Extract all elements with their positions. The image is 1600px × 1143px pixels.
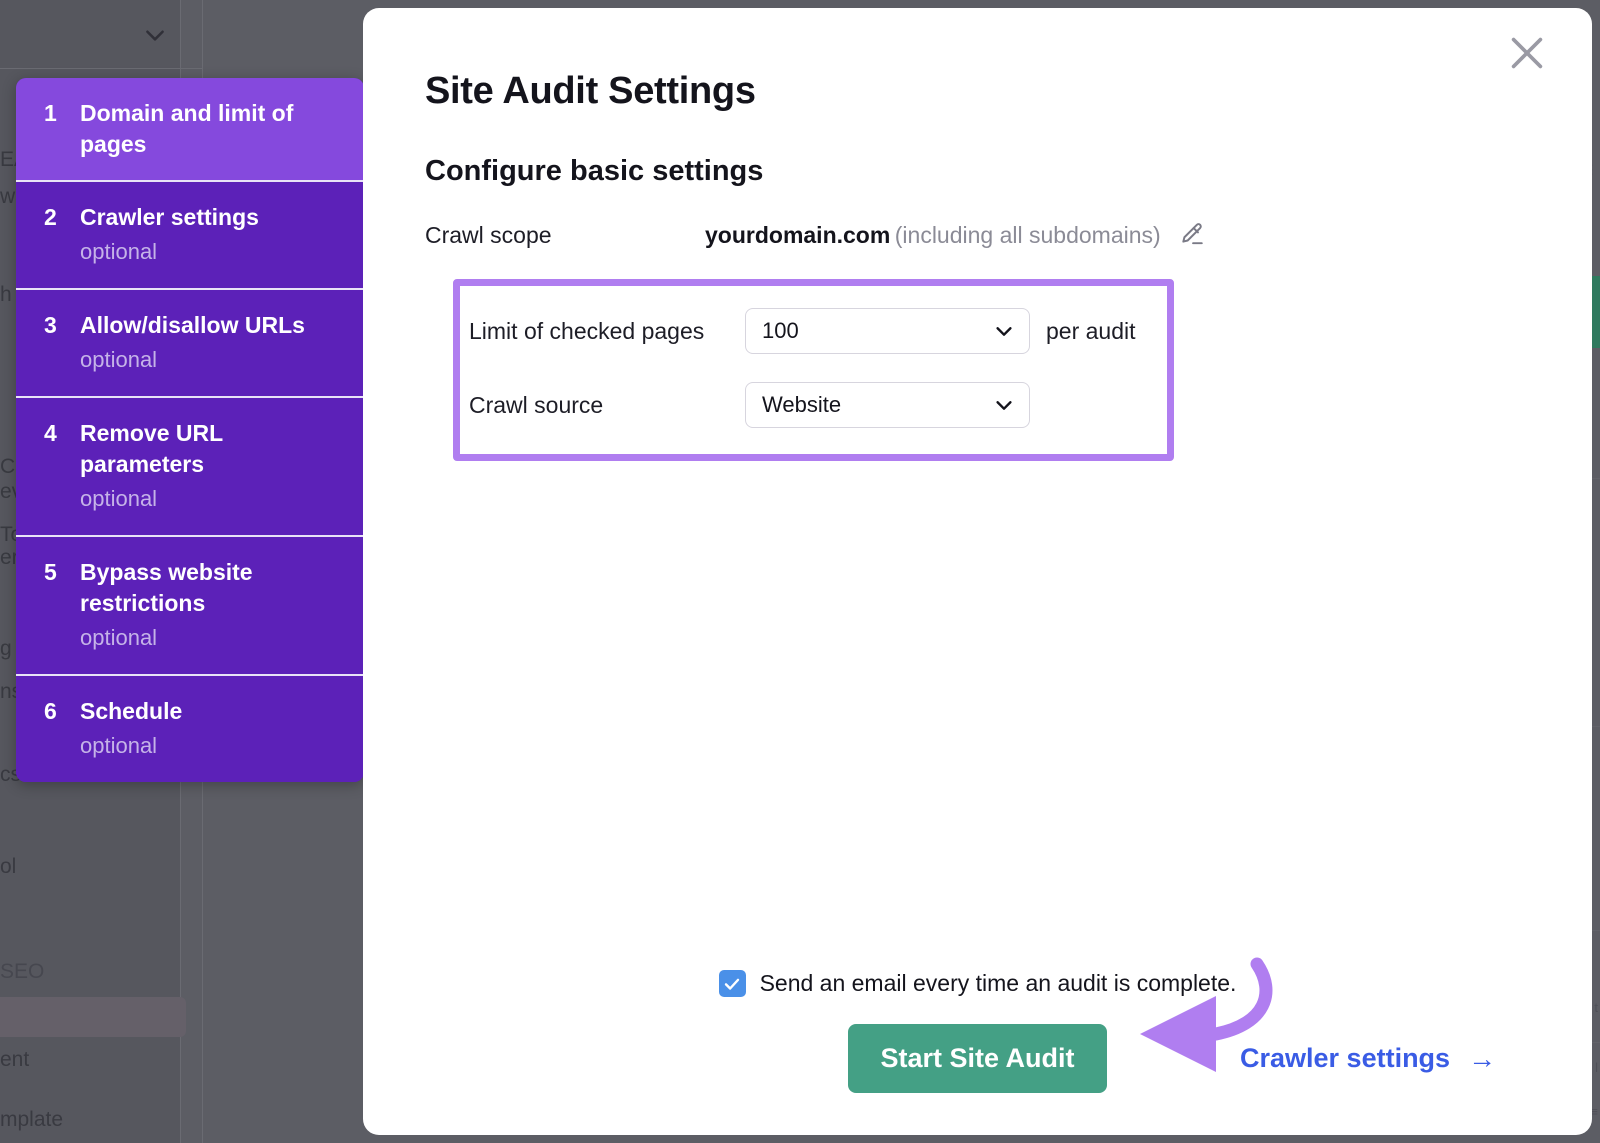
stepper-item-body: Domain and limit of pages <box>80 98 315 160</box>
background-topbar-divider <box>0 68 202 69</box>
crawl-scope-domain: yourdomain.com <box>705 222 890 248</box>
stepper-item-number: 6 <box>44 696 58 762</box>
modal-footer: Send an email every time an audit is com… <box>363 970 1592 1093</box>
background-text-fragment: C <box>0 455 15 479</box>
section-title: Configure basic settings <box>425 155 1592 188</box>
stepper-item-optional-label: optional <box>80 343 305 376</box>
arrow-right-icon: → <box>1468 1045 1496 1073</box>
email-notification-row: Send an email every time an audit is com… <box>363 970 1592 997</box>
stepper-item-body: Crawler settingsoptional <box>80 202 259 268</box>
background-text-fragment: ol <box>0 855 16 879</box>
settings-stepper: 1 Domain and limit of pages 2 Crawler setti… <box>16 78 364 782</box>
background-text-fragment: mplate <box>0 1108 63 1132</box>
stepper-item-number: 4 <box>44 418 58 515</box>
close-icon[interactable] <box>1504 30 1550 76</box>
limit-of-pages-label: Limit of checked pages <box>469 318 745 345</box>
stepper-item-4[interactable]: 4Remove URL parametersoptional <box>16 398 364 537</box>
background-text-fragment: g <box>0 637 12 661</box>
chevron-down-icon <box>993 394 1015 416</box>
stepper-item-title: Crawler settings <box>80 202 259 233</box>
background-highlighted-row <box>0 997 186 1037</box>
page-title: Site Audit Settings <box>425 70 1592 113</box>
limit-of-pages-select[interactable]: 100 <box>745 308 1030 354</box>
stepper-item-number: 5 <box>44 557 58 654</box>
crawl-scope-row: Crawl scope yourdomain.com (including al… <box>425 221 1592 249</box>
background-text-fragment: ent <box>0 1048 29 1072</box>
stepper-item-body: Allow/disallow URLsoptional <box>80 310 305 376</box>
pencil-edit-icon[interactable] <box>1179 221 1205 247</box>
stepper-item-optional-label: optional <box>80 729 182 762</box>
crawler-settings-link-label: Crawler settings <box>1240 1043 1450 1074</box>
stepper-item-body: Bypass website restrictionsoptional <box>80 557 315 654</box>
stepper-item-title: Remove URL parameters <box>80 418 315 480</box>
background-text-fragment: h <box>0 283 12 307</box>
stepper-item-title: Bypass website restrictions <box>80 557 315 619</box>
limit-of-pages-row: Limit of checked pages 100 per audit <box>469 308 1167 354</box>
background-right-glyph: l <box>1595 1060 1598 1075</box>
modal-action-row: Start Site Audit Crawler settings → <box>363 1024 1592 1093</box>
email-notification-label: Send an email every time an audit is com… <box>760 970 1237 997</box>
crawl-source-value: Website <box>762 392 841 418</box>
stepper-item-title: Schedule <box>80 696 182 727</box>
crawler-settings-link[interactable]: Crawler settings → <box>1240 1043 1496 1074</box>
crawl-source-row: Crawl source Website <box>469 382 1167 428</box>
background-text-fragment: SEO <box>0 960 44 984</box>
stepper-item-5[interactable]: 5Bypass website restrictionsoptional <box>16 537 364 676</box>
background-text-fragment: w <box>0 185 15 209</box>
limit-of-pages-unit: per audit <box>1046 318 1136 345</box>
stepper-item-1[interactable]: 1 Domain and limit of pages <box>16 78 364 182</box>
stepper-item-optional-label: optional <box>80 621 315 654</box>
crawl-source-label: Crawl source <box>469 392 745 419</box>
stepper-item-2[interactable]: 2 Crawler settingsoptional <box>16 182 364 290</box>
stepper-item-number: 1 <box>44 98 58 160</box>
stepper-item-number: 2 <box>44 202 58 268</box>
crawl-scope-suffix: (including all subdomains) <box>895 222 1161 248</box>
stepper-item-title: Domain and limit of pages <box>80 98 315 160</box>
start-site-audit-button[interactable]: Start Site Audit <box>848 1024 1106 1093</box>
crawl-source-select[interactable]: Website <box>745 382 1030 428</box>
stepper-item-body: Scheduleoptional <box>80 696 182 762</box>
crawl-scope-label: Crawl scope <box>425 222 705 249</box>
crawl-scope-value-group: yourdomain.com (including all subdomains… <box>705 221 1205 249</box>
site-audit-settings-modal: Site Audit Settings Configure basic sett… <box>363 8 1592 1135</box>
basic-settings-highlight-box: Limit of checked pages 100 per audit Cra… <box>453 279 1174 461</box>
stepper-item-number: 3 <box>44 310 58 376</box>
chevron-down-icon <box>993 320 1015 342</box>
stepper-item-body: Remove URL parametersoptional <box>80 418 315 515</box>
stepper-item-optional-label: optional <box>80 482 315 515</box>
email-notification-checkbox[interactable] <box>719 970 746 997</box>
stepper-item-title: Allow/disallow URLs <box>80 310 305 341</box>
background-right-glyph: t <box>1594 1000 1598 1015</box>
chevron-down-icon[interactable] <box>142 22 168 48</box>
limit-of-pages-value: 100 <box>762 318 799 344</box>
stepper-item-optional-label: optional <box>80 235 259 268</box>
stepper-item-3[interactable]: 3 Allow/disallow URLsoptional <box>16 290 364 398</box>
stepper-item-6[interactable]: 6 Scheduleoptional <box>16 676 364 782</box>
